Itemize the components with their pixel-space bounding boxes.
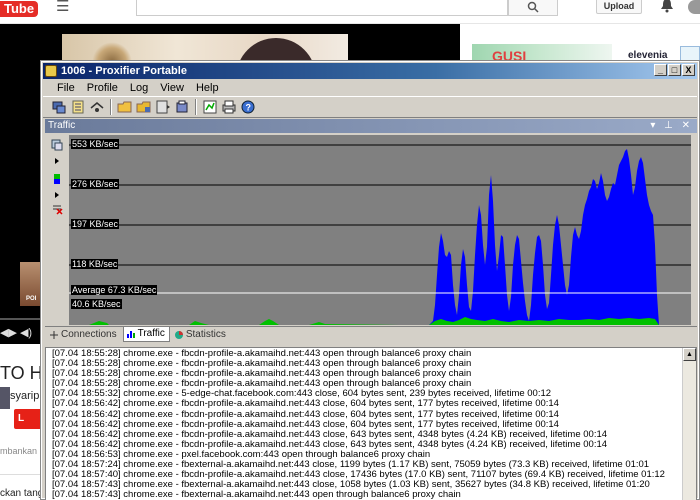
video-controls[interactable]: ◀▶ ◀) [0, 322, 44, 344]
upload-button[interactable]: Upload [596, 0, 642, 14]
label-average: Average 67.3 KB/sec [71, 285, 158, 295]
proxifier-app-icon [45, 65, 57, 77]
clear-traffic-icon[interactable] [51, 203, 63, 215]
log-scrollbar[interactable]: ▲ [682, 348, 696, 500]
tab-connections-label: Connections [61, 328, 117, 340]
label-118: 118 KB/sec [71, 259, 119, 269]
menu-view[interactable]: View [154, 80, 190, 96]
traffic-scrollbar[interactable] [691, 135, 697, 325]
divider [0, 474, 44, 475]
tab-statistics-label: Statistics [185, 328, 226, 340]
label-197: 197 KB/sec [71, 219, 120, 229]
traffic-sidebar [45, 133, 69, 325]
label-276: 276 KB/sec [71, 179, 120, 189]
svg-text:?: ? [246, 103, 252, 113]
log-pane[interactable]: [07.04 18:55:28] chrome.exe - fbcdn-prof… [45, 347, 697, 500]
ad-banner[interactable]: GUSI elevenia [460, 24, 700, 66]
advanced-icon[interactable] [202, 99, 218, 115]
arrow-icon[interactable] [51, 155, 63, 167]
search-input[interactable] [136, 0, 508, 16]
channel-avatar[interactable] [0, 387, 10, 409]
search-icon [527, 1, 539, 13]
save-profile-icon[interactable] [136, 99, 152, 115]
video-progress-bar[interactable] [0, 318, 44, 320]
proxifier-window: 1006 - Proxifier Portable _ □ X File Pro… [40, 60, 700, 500]
connections-icon [49, 330, 59, 340]
menu-help[interactable]: Help [190, 80, 225, 96]
minimize-button[interactable]: _ [654, 64, 667, 76]
pane-controls[interactable]: ▾ ⊥ ✕ [650, 119, 693, 133]
traffic-settings-icon[interactable] [51, 139, 63, 151]
side-thumbnail-label: POI [26, 296, 37, 302]
youtube-logo-text: Tube [0, 1, 39, 17]
search-button[interactable] [508, 0, 558, 16]
log-lines: [07.04 18:55:28] chrome.exe - fbcdn-prof… [52, 348, 682, 500]
traffic-graph: 553 KB/sec 276 KB/sec 197 KB/sec 118 KB/… [69, 135, 691, 325]
window-title-bar[interactable]: 1006 - Proxifier Portable _ □ X [43, 63, 697, 79]
traffic-pane-title: Traffic [48, 120, 76, 131]
scroll-up-arrow-icon[interactable]: ▲ [683, 348, 696, 361]
close-button[interactable]: X [682, 64, 695, 76]
menu-profile[interactable]: Profile [81, 80, 124, 96]
menu-bar: File Profile Log View Help [43, 80, 697, 96]
pane-tabs: Connections Traffic Statistics [45, 326, 697, 342]
toolbar: ? [43, 96, 697, 118]
account-avatar[interactable] [688, 0, 700, 14]
bell-icon[interactable] [660, 0, 674, 14]
tab-statistics[interactable]: Statistics [172, 327, 230, 342]
traffic-pane: 553 KB/sec 276 KB/sec 197 KB/sec 118 KB/… [45, 133, 697, 325]
print-icon[interactable] [221, 99, 237, 115]
traffic-icon [126, 329, 136, 339]
options-icon[interactable] [155, 99, 171, 115]
toolbar-separator [195, 99, 197, 115]
traffic-pane-header: Traffic ▾ ⊥ ✕ [45, 119, 697, 133]
label-40: 40.6 KB/sec [71, 299, 122, 309]
channel-name[interactable]: syarip [10, 390, 39, 402]
share-text: mbankan k [0, 446, 45, 456]
traffic-graph-svg [69, 135, 691, 325]
open-profile-icon[interactable] [117, 99, 133, 115]
youtube-logo[interactable]: Tube [0, 0, 39, 18]
rules-icon[interactable] [70, 99, 86, 115]
arrow-icon[interactable] [51, 189, 63, 201]
hamburger-menu-icon[interactable]: ☰ [56, 0, 69, 14]
browser-top-bar: Tube ☰ Upload [0, 0, 700, 24]
log-line: [07.04 18:57:43] chrome.exe - fbexternal… [52, 489, 461, 500]
menu-file[interactable]: File [51, 80, 81, 96]
export-icon[interactable] [174, 99, 190, 115]
window-title: 1006 - Proxifier Portable [61, 65, 187, 77]
toolbar-separator [110, 99, 112, 115]
description-text: ckan tang [0, 488, 44, 499]
menu-log[interactable]: Log [124, 80, 154, 96]
tab-traffic[interactable]: Traffic [122, 327, 170, 342]
label-553: 553 KB/sec [71, 139, 120, 149]
help-icon[interactable]: ? [240, 99, 256, 115]
statistics-icon [174, 330, 184, 340]
proxy-servers-icon[interactable] [51, 99, 67, 115]
resolve-icon[interactable] [89, 99, 105, 115]
tab-connections[interactable]: Connections [47, 327, 121, 342]
tab-traffic-label: Traffic [137, 328, 165, 339]
upload-traffic-icon[interactable] [51, 173, 63, 185]
maximize-button[interactable]: □ [668, 64, 681, 76]
